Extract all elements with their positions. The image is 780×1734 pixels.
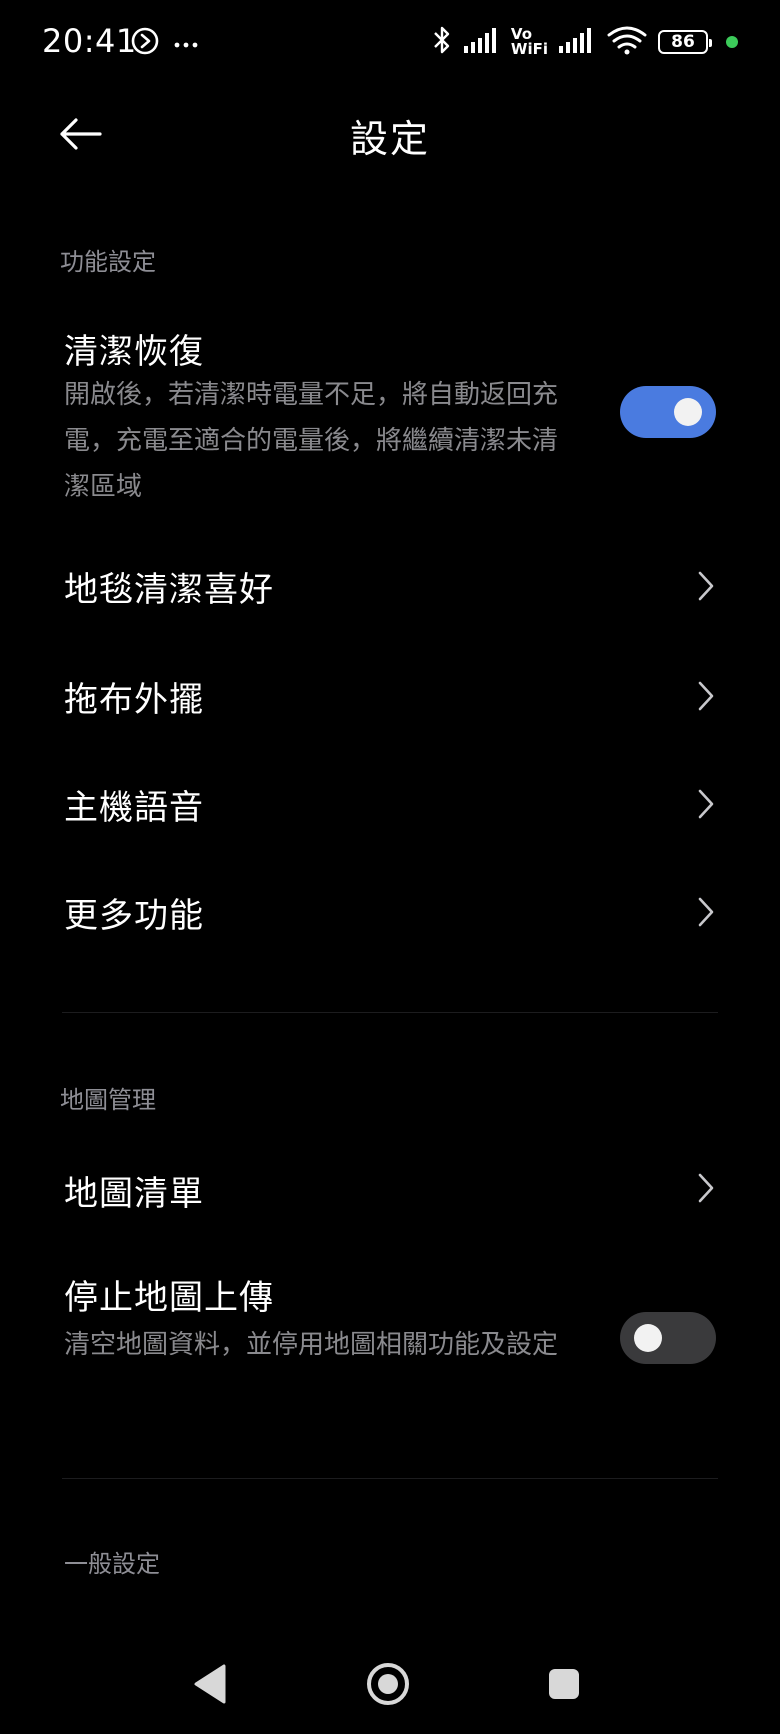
- setting-row-stop-map-upload[interactable]: 停止地圖上傳 清空地圖資料，並停用地圖相關功能及設定: [0, 1250, 780, 1420]
- toggle-knob: [634, 1324, 662, 1352]
- setting-row-cleaning-resume[interactable]: 清潔恢復 開啟後，若清潔時電量不足，將自動返回充電，充電至適合的電量後，將繼續清…: [0, 300, 780, 520]
- chevron-right-icon: [698, 897, 714, 927]
- section-divider: [62, 1478, 718, 1479]
- wifi-icon: [606, 25, 648, 59]
- page-title: 設定: [349, 117, 430, 161]
- home-circle-icon: [367, 1663, 409, 1705]
- section-label-map: 地圖管理: [60, 1086, 156, 1114]
- setting-title: 拖布外擺: [64, 680, 204, 720]
- section-divider: [62, 1012, 718, 1013]
- chevron-right-icon: [698, 681, 714, 711]
- status-bar: 20:41 Vo WiFi 86: [0, 0, 780, 86]
- setting-row-mop[interactable]: 拖布外擺: [0, 640, 780, 750]
- signal-icon: [463, 26, 501, 58]
- setting-title: 停止地圖上傳: [64, 1278, 274, 1318]
- battery-icon: 86: [658, 30, 712, 54]
- setting-row-voice[interactable]: 主機語音: [0, 750, 780, 860]
- bluetooth-icon: [431, 24, 453, 60]
- privacy-indicator-dot: [726, 36, 738, 48]
- square-recents-icon: [549, 1669, 579, 1699]
- system-nav-bar: [0, 1634, 780, 1734]
- more-dots-icon: [174, 34, 198, 53]
- chevron-right-icon: [698, 1173, 714, 1203]
- setting-row-carpet[interactable]: 地毯清潔喜好: [0, 530, 780, 640]
- chevron-right-icon: [698, 789, 714, 819]
- setting-title: 地毯清潔喜好: [64, 570, 274, 610]
- settings-screen: 20:41 Vo WiFi 86 設定 功能設定 清潔恢復 開啟後，若清潔時電量…: [0, 0, 780, 1734]
- setting-title: 清潔恢復: [64, 332, 204, 372]
- chevron-right-icon: [698, 571, 714, 601]
- app-header: 設定: [0, 86, 780, 182]
- cleaning-resume-toggle[interactable]: [620, 386, 716, 438]
- toggle-knob: [674, 398, 702, 426]
- setting-description: 開啟後，若清潔時電量不足，將自動返回充電，充電至適合的電量後，將繼續清潔未清潔區…: [64, 380, 559, 502]
- setting-title: 主機語音: [64, 788, 204, 828]
- section-label-general: 一般設定: [64, 1550, 160, 1578]
- stop-map-upload-toggle[interactable]: [620, 1312, 716, 1364]
- status-time: 20:41: [42, 22, 137, 60]
- setting-row-map-list[interactable]: 地圖清單: [0, 1130, 780, 1240]
- signal-icon: [558, 26, 596, 58]
- nav-home-button[interactable]: [360, 1656, 416, 1712]
- nav-back-button[interactable]: [182, 1656, 238, 1712]
- media-icon: [130, 26, 160, 60]
- triangle-back-icon: [194, 1664, 226, 1704]
- setting-title: 地圖清單: [64, 1174, 204, 1214]
- setting-row-more[interactable]: 更多功能: [0, 860, 780, 970]
- setting-description: 清空地圖資料，並停用地圖相關功能及設定: [64, 1330, 559, 1360]
- section-label-function: 功能設定: [60, 248, 156, 276]
- nav-recents-button[interactable]: [536, 1656, 592, 1712]
- setting-title: 更多功能: [64, 896, 204, 936]
- vowifi-icon: Vo WiFi: [510, 25, 548, 58]
